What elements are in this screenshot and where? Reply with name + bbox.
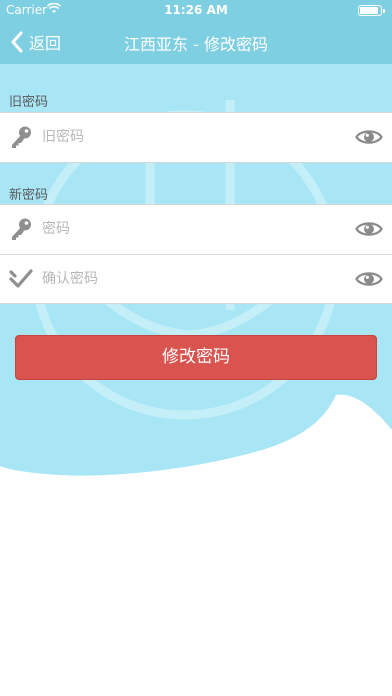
old-password-group — [0, 112, 392, 163]
navigation-bar: 返回 江西亚东 - 修改密码 — [0, 20, 392, 64]
eye-icon[interactable] — [355, 268, 383, 290]
checkmark-icon — [9, 269, 33, 288]
section-label-old-password: 旧密码 — [9, 95, 49, 110]
eye-icon[interactable] — [355, 218, 383, 240]
change-password-button[interactable]: 修改密码 — [15, 335, 377, 380]
battery-icon — [358, 5, 385, 16]
new-password-input[interactable] — [42, 215, 342, 243]
confirm-password-row — [0, 254, 392, 303]
key-icon — [12, 218, 31, 240]
new-password-group — [0, 204, 392, 304]
eye-icon[interactable] — [355, 126, 383, 148]
confirm-password-input[interactable] — [42, 265, 342, 293]
old-password-row — [0, 113, 392, 162]
page-title: 江西亚东 - 修改密码 — [124, 35, 268, 54]
new-password-row — [0, 205, 392, 254]
status-time: 11:26 AM — [164, 3, 228, 17]
old-password-input[interactable] — [42, 123, 342, 151]
section-label-new-password: 新密码 — [9, 188, 49, 203]
status-bar: Carrier 11:26 AM — [0, 0, 392, 20]
key-icon — [12, 126, 31, 148]
